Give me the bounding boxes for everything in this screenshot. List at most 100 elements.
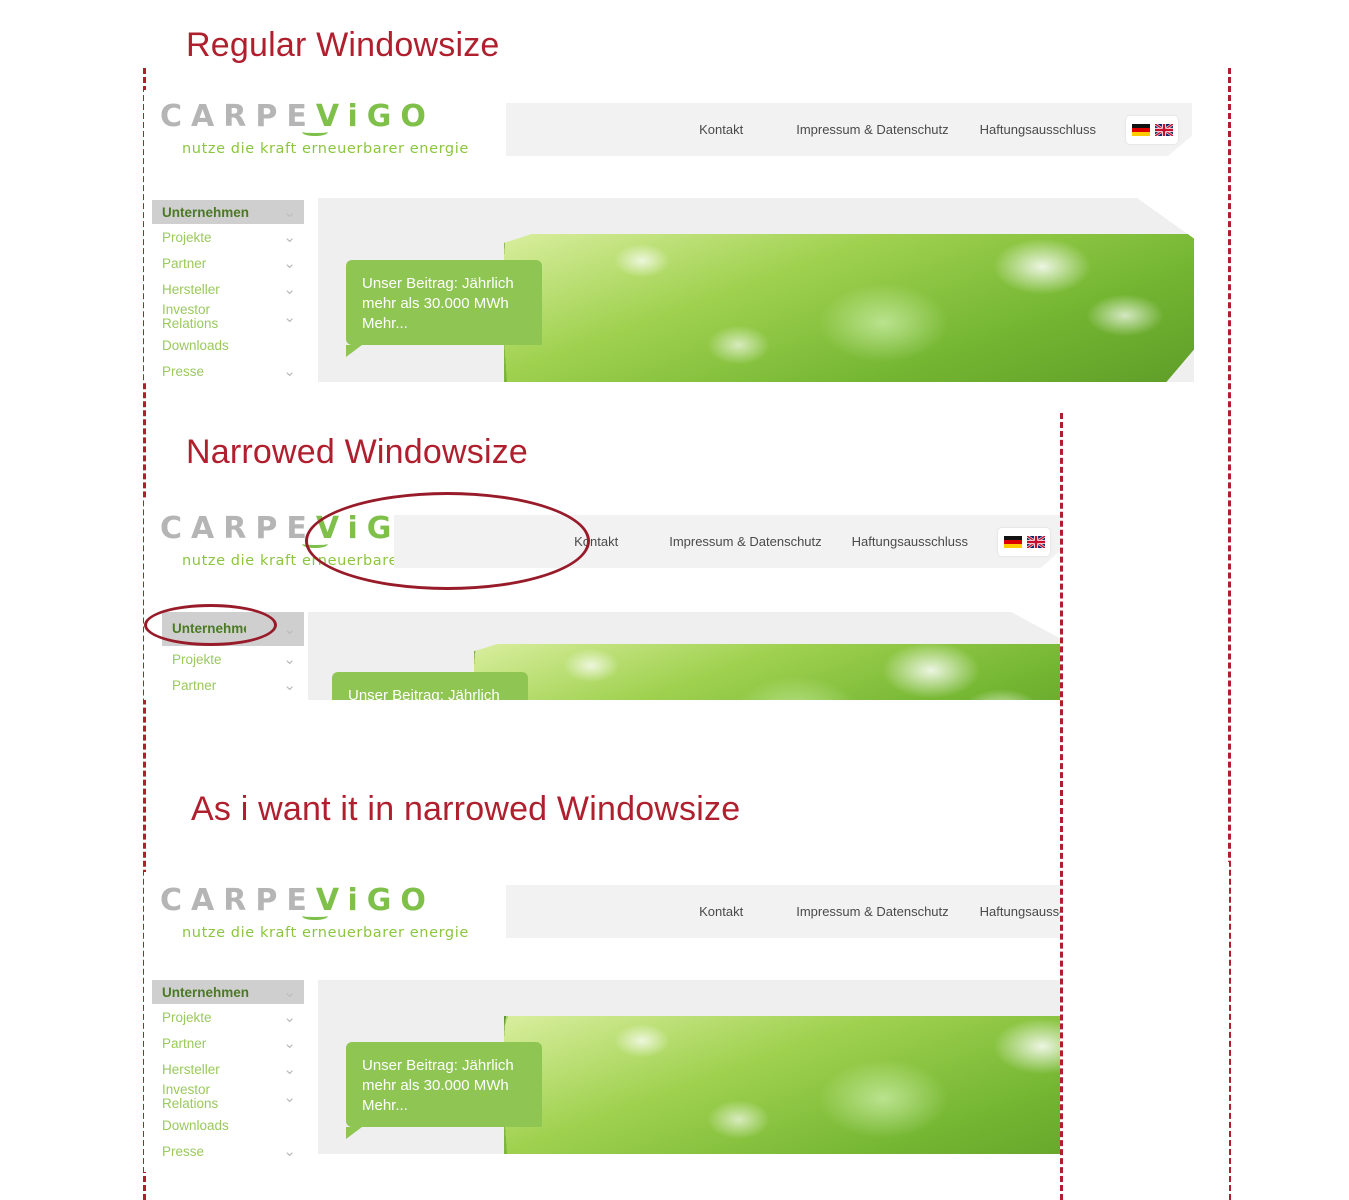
sidebar-item-unternehmen[interactable]: Unternehmen ⌄: [152, 980, 304, 1004]
caption-desired-narrowed: As i want it in narrowed Windowsize: [191, 790, 741, 828]
callout-more-link[interactable]: Mehr...: [362, 314, 526, 334]
hero-image: [474, 644, 1060, 700]
sidebar-item-partner[interactable]: Partner ⌄: [152, 1030, 304, 1056]
sidebar-item-label: Presse: [162, 1143, 205, 1159]
chevron-down-icon[interactable]: ⌄: [283, 652, 296, 667]
sidebar-item-label: Presse: [162, 363, 205, 379]
callout-line-1: Unser Beitrag: Jährlich: [348, 687, 500, 700]
site-preview-narrowed: CARPEViGO nutze die kraft erneuerbarer e…: [144, 500, 1060, 700]
sidebar-item-label: Unternehmen: [162, 984, 250, 1000]
sidebar-item-unternehmen[interactable]: Unternehmen ⌄: [152, 200, 304, 224]
sidebar-item-label: Projekte: [162, 229, 212, 245]
logo-swoosh-icon: [302, 128, 328, 136]
topnav-link-haftungsausschluss[interactable]: Haftungsausschluss: [980, 122, 1096, 137]
sidebar-item-projekte[interactable]: Projekte ⌄: [152, 1004, 304, 1030]
topnav-link-haftungsausschluss[interactable]: Haftungsausschluss: [980, 904, 1060, 919]
sidebar-item-label: Projekte: [172, 651, 222, 667]
chevron-down-icon[interactable]: ⌄: [283, 1036, 296, 1051]
language-switcher[interactable]: [998, 527, 1050, 556]
hero-callout[interactable]: Unser Beitrag: Jährlich mehr als 30.000 …: [346, 260, 542, 358]
site-logo[interactable]: CARPEViGO nutze die kraft erneuerbarer e…: [160, 99, 469, 158]
sidebar-item-label: Hersteller: [162, 281, 220, 297]
sidebar-item-investor-relations[interactable]: Investor Relations ⌄: [152, 1082, 304, 1112]
callout-line-2: mehr als 30.000 MWh: [362, 294, 509, 312]
sidebar-item-label: Downloads: [162, 1117, 229, 1133]
hero-image: [504, 1016, 1060, 1154]
logo-text-vigo: ViGO: [315, 883, 435, 918]
chevron-down-icon[interactable]: ⌄: [283, 256, 296, 271]
logo-tagline: nutze die kraft erneuerbarer energie: [182, 141, 469, 157]
sidebar-item-partner[interactable]: Partner ⌄: [162, 672, 304, 698]
language-switcher[interactable]: [1126, 115, 1178, 144]
de-flag-icon[interactable]: [1131, 123, 1150, 136]
sidebar-item-downloads[interactable]: Downloads: [152, 1112, 304, 1138]
sidebar-navigation: Unternehmen ⌄ Projekte ⌄ Partner ⌄ Herst…: [152, 980, 304, 1164]
de-flag-icon[interactable]: [1003, 535, 1022, 548]
logo-text-vigo: ViGO: [315, 99, 435, 134]
chevron-down-icon[interactable]: ⌄: [283, 985, 296, 1000]
callout-line-1: Unser Beitrag: Jährlich: [362, 1057, 514, 1074]
topnav-link-kontakt[interactable]: Kontakt: [574, 534, 618, 549]
topnav-link-impressum[interactable]: Impressum & Datenschutz: [796, 122, 948, 137]
sidebar-item-unternehmen[interactable]: Unternehmen ⌄: [162, 612, 304, 646]
sidebar-item-label: Investor Relations: [162, 1082, 219, 1111]
sidebar-item-downloads[interactable]: Downloads: [152, 332, 304, 358]
sidebar-item-label: Unternehmen: [162, 204, 250, 220]
top-navigation-bar: Kontakt Impressum & Datenschutz Haftungs…: [506, 103, 1192, 156]
sidebar-item-label: Partner: [172, 677, 217, 693]
caption-narrowed-windowsize: Narrowed Windowsize: [186, 433, 529, 471]
callout-tail-icon: [346, 1127, 362, 1140]
callout-line-2: mehr als 30.000 MWh: [362, 1076, 509, 1094]
logo-swoosh-icon: [302, 540, 328, 548]
annotated-mockup-page: Regular Windowsize CARPEViGO nutze die k…: [0, 0, 1349, 1200]
logo-tagline: nutze die kraft erneuerbarer energie: [182, 925, 469, 941]
sidebar-item-label: Partner: [162, 255, 207, 271]
sidebar-item-label: Projekte: [162, 1009, 212, 1025]
en-flag-icon[interactable]: [1026, 535, 1045, 548]
chevron-down-icon[interactable]: ⌄: [283, 364, 296, 379]
chevron-down-icon[interactable]: ⌄: [283, 678, 296, 693]
chevron-down-icon[interactable]: ⌄: [283, 205, 296, 220]
caption-regular-windowsize: Regular Windowsize: [186, 26, 500, 64]
chevron-down-icon[interactable]: ⌄: [283, 1144, 296, 1159]
chevron-down-icon[interactable]: ⌄: [283, 1010, 296, 1025]
topnav-link-kontakt[interactable]: Kontakt: [699, 122, 743, 137]
chevron-down-icon[interactable]: ⌄: [283, 230, 296, 245]
chevron-down-icon[interactable]: ⌄: [283, 310, 296, 325]
topnav-link-kontakt[interactable]: Kontakt: [699, 904, 743, 919]
sidebar-item-hersteller[interactable]: Hersteller ⌄: [152, 276, 304, 302]
sidebar-item-label: Downloads: [162, 337, 229, 353]
sidebar-item-presse[interactable]: Presse ⌄: [152, 1138, 304, 1164]
en-flag-icon[interactable]: [1154, 123, 1173, 136]
sidebar-item-label: Hersteller: [162, 1061, 220, 1077]
chevron-down-icon[interactable]: ⌄: [283, 1090, 296, 1105]
sidebar-item-hersteller[interactable]: Hersteller ⌄: [152, 1056, 304, 1082]
chevron-down-icon[interactable]: ⌄: [283, 1062, 296, 1077]
logo-swoosh-icon: [302, 912, 328, 920]
hero-panel: Unser Beitrag: Jährlich mehr als 30.000 …: [318, 198, 1194, 382]
sidebar-item-investor-relations[interactable]: Investor Relations ⌄: [152, 302, 304, 332]
hero-panel: Unser Beitrag: Jährlich mehr als 30.000 …: [308, 612, 1060, 700]
hero-callout[interactable]: Unser Beitrag: Jährlich mehr als 30.000 …: [332, 672, 528, 700]
chevron-down-icon[interactable]: ⌄: [283, 622, 296, 637]
logo-text-carpe: CARPE: [160, 99, 316, 134]
sidebar-item-partner[interactable]: Partner ⌄: [152, 250, 304, 276]
hero-panel: Unser Beitrag: Jährlich mehr als 30.000 …: [318, 980, 1060, 1154]
sidebar-item-presse[interactable]: Presse ⌄: [152, 358, 304, 382]
chevron-down-icon[interactable]: ⌄: [283, 282, 296, 297]
sidebar-item-label: Investor Relations: [162, 302, 219, 331]
site-preview-regular: CARPEViGO nutze die kraft erneuerbarer e…: [144, 90, 1228, 382]
top-navigation-bar: Kontakt Impressum & Datenschutz Haftungs…: [394, 515, 1060, 568]
hero-callout[interactable]: Unser Beitrag: Jährlich mehr als 30.000 …: [346, 1042, 542, 1140]
callout-more-link[interactable]: Mehr...: [362, 1096, 526, 1116]
logo-text-carpe: CARPE: [160, 883, 316, 918]
sidebar-item-projekte[interactable]: Projekte ⌄: [162, 646, 304, 672]
site-logo[interactable]: CARPEViGO nutze die kraft erneuerbarer e…: [160, 883, 469, 942]
topnav-link-haftungsausschluss[interactable]: Haftungsausschluss: [852, 534, 968, 549]
sidebar-item-label: Partner: [162, 1035, 207, 1051]
topnav-link-impressum[interactable]: Impressum & Datenschutz: [796, 904, 948, 919]
hero-image: [504, 234, 1194, 382]
topnav-link-impressum[interactable]: Impressum & Datenschutz: [669, 534, 821, 549]
sidebar-item-projekte[interactable]: Projekte ⌄: [152, 224, 304, 250]
sidebar-navigation: Unternehmen ⌄ Projekte ⌄ Partner ⌄: [162, 612, 304, 698]
